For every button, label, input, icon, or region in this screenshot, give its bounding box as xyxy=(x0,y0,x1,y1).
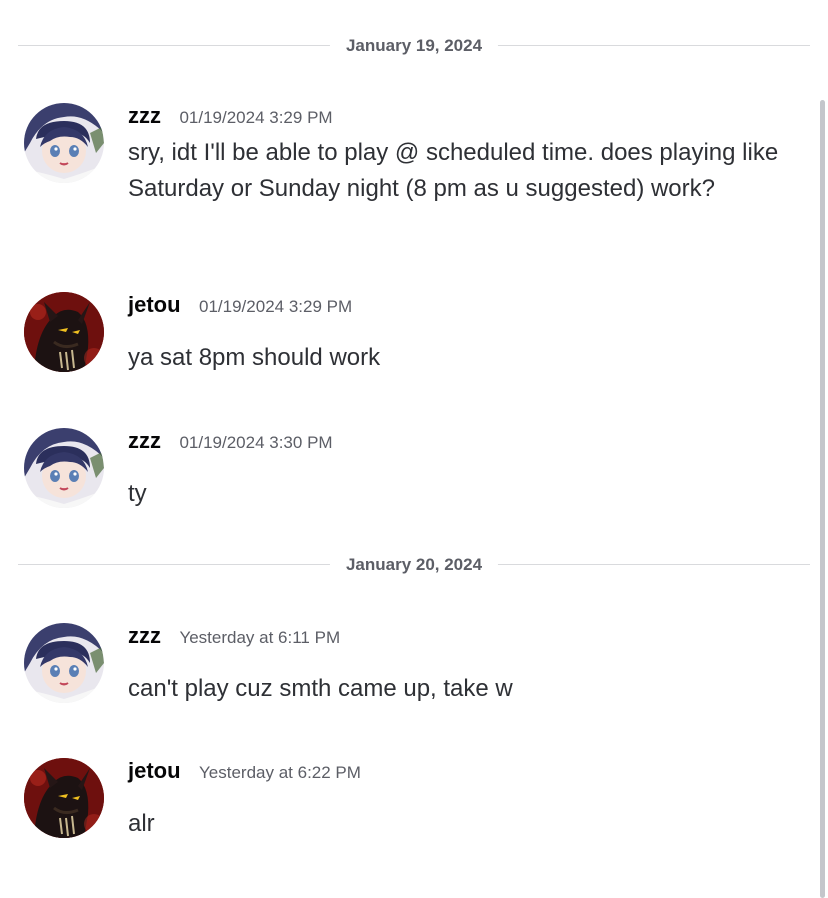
date-divider: January 20, 2024 xyxy=(18,555,810,575)
message-header: zzz Yesterday at 6:11 PM xyxy=(128,623,340,649)
message-text: ty xyxy=(128,480,147,507)
username[interactable]: zzz xyxy=(128,623,161,648)
message-item[interactable]: zzz 01/19/2024 3:30 PM ty xyxy=(24,428,814,508)
username[interactable]: jetou xyxy=(128,292,181,317)
anime-girl-avatar-icon xyxy=(24,103,104,183)
message-item[interactable]: jetou Yesterday at 6:22 PM alr xyxy=(24,758,814,838)
message-header: zzz 01/19/2024 3:30 PM xyxy=(128,428,333,454)
message-text: can't play cuz smth came up, take w xyxy=(128,675,513,702)
message-timestamp[interactable]: 01/19/2024 3:30 PM xyxy=(179,433,332,452)
username[interactable]: zzz xyxy=(128,103,161,128)
message-header: zzz 01/19/2024 3:29 PM xyxy=(128,103,333,129)
date-divider-label: January 19, 2024 xyxy=(329,36,499,56)
date-divider-label: January 20, 2024 xyxy=(329,555,499,575)
message-text: alr xyxy=(128,810,155,837)
message-item[interactable]: zzz 01/19/2024 3:29 PM sry, idt I'll be … xyxy=(24,103,814,243)
chat-message-list[interactable]: January 19, 2024 zzz 01/19/2024 3:29 PM xyxy=(0,0,812,898)
user-avatar[interactable] xyxy=(24,428,104,508)
message-timestamp[interactable]: Yesterday at 6:11 PM xyxy=(179,628,340,647)
username[interactable]: zzz xyxy=(128,428,161,453)
message-item[interactable]: jetou 01/19/2024 3:29 PM ya sat 8pm shou… xyxy=(24,292,814,372)
user-avatar[interactable] xyxy=(24,103,104,183)
anime-girl-avatar-icon xyxy=(24,623,104,703)
message-text: sry, idt I'll be able to play @ schedule… xyxy=(128,139,779,202)
red-demon-avatar-icon xyxy=(24,292,104,372)
scrollbar[interactable] xyxy=(820,100,825,898)
red-demon-avatar-icon xyxy=(24,758,104,838)
message-text: ya sat 8pm should work xyxy=(128,344,381,371)
message-item[interactable]: zzz Yesterday at 6:11 PM can't play cuz … xyxy=(24,623,814,703)
message-header: jetou Yesterday at 6:22 PM xyxy=(128,758,361,784)
date-divider: January 19, 2024 xyxy=(18,36,810,56)
message-timestamp[interactable]: 01/19/2024 3:29 PM xyxy=(179,108,332,127)
message-header: jetou 01/19/2024 3:29 PM xyxy=(128,292,352,318)
user-avatar[interactable] xyxy=(24,758,104,838)
user-avatar[interactable] xyxy=(24,292,104,372)
anime-girl-avatar-icon xyxy=(24,428,104,508)
username[interactable]: jetou xyxy=(128,758,181,783)
message-timestamp[interactable]: 01/19/2024 3:29 PM xyxy=(199,297,352,316)
user-avatar[interactable] xyxy=(24,623,104,703)
message-timestamp[interactable]: Yesterday at 6:22 PM xyxy=(199,763,361,782)
